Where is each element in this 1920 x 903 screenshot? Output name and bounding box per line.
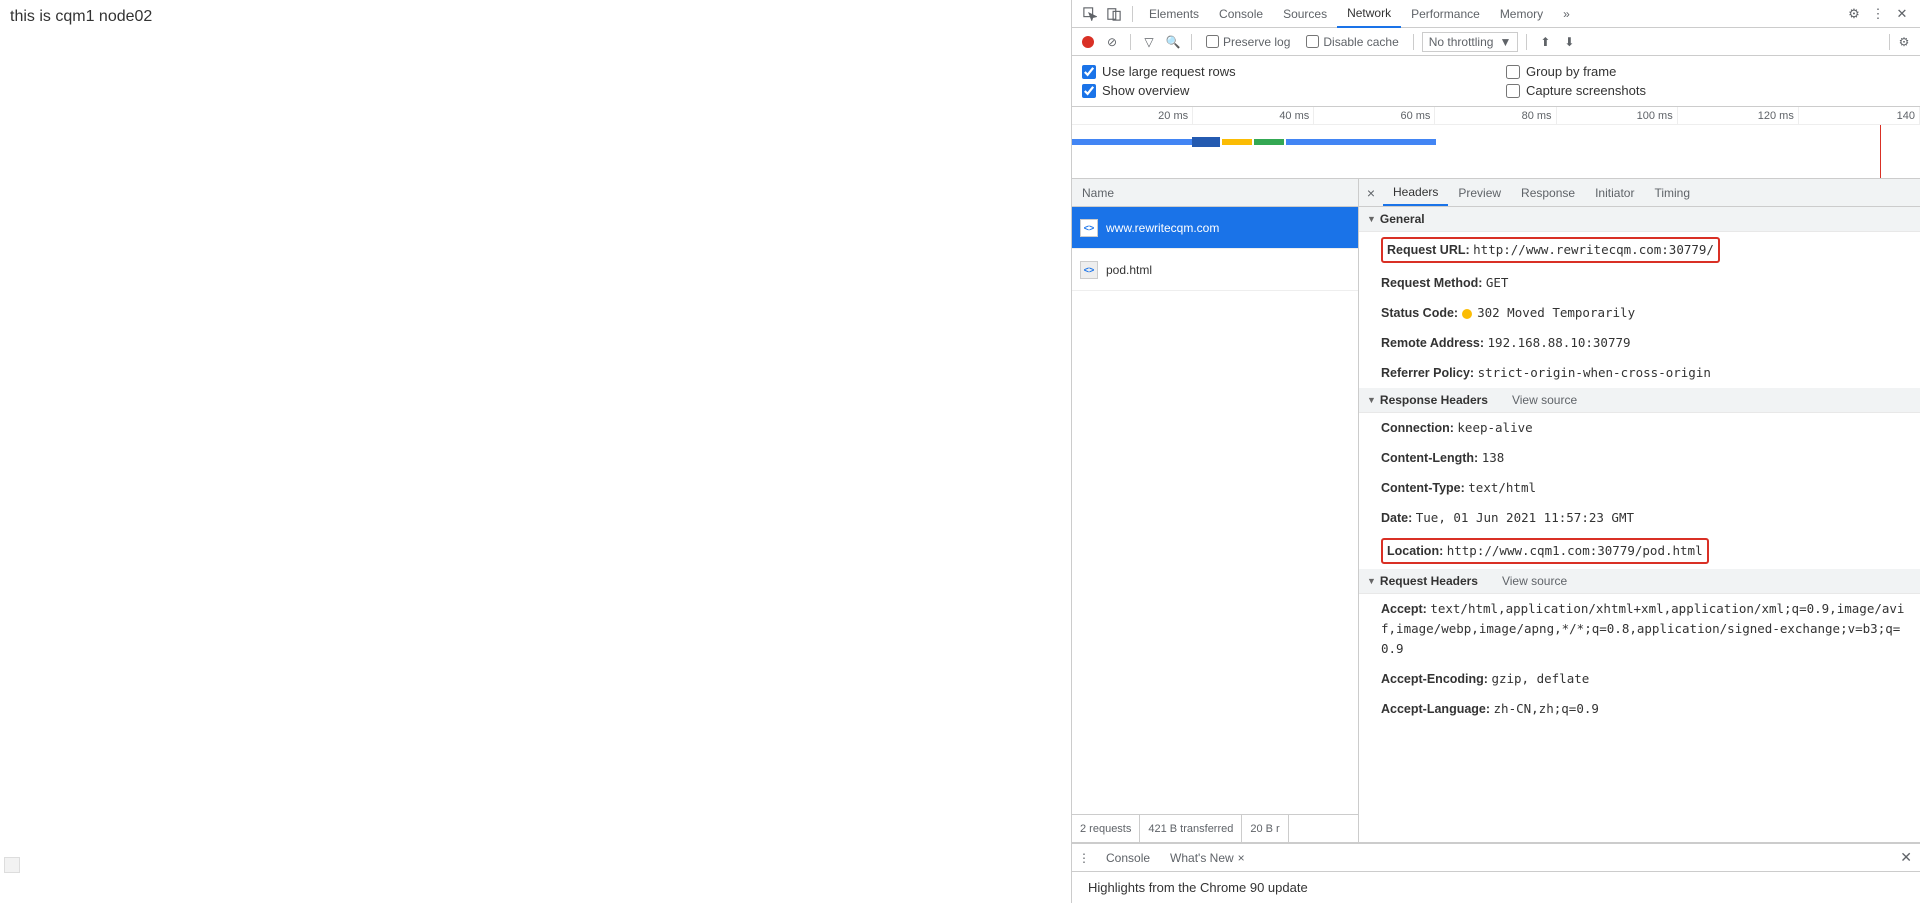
- drawer-tabs: ⋮ Console What's New× ✕: [1072, 844, 1920, 872]
- referrer-policy-row: Referrer Policy: strict-origin-when-cros…: [1359, 358, 1920, 388]
- show-overview-checkbox[interactable]: [1082, 84, 1096, 98]
- device-toggle-icon[interactable]: [1104, 4, 1124, 24]
- disable-cache-checkbox[interactable]: Disable cache: [1306, 35, 1398, 49]
- accept-language-row: Accept-Language: zh-CN,zh;q=0.9: [1359, 694, 1920, 724]
- network-controls: ⊘ ▽ 🔍 Preserve log Disable cache No thro…: [1072, 28, 1920, 56]
- request-list-footer: 2 requests 421 B transferred 20 B r: [1072, 814, 1358, 842]
- highlights-title: Highlights from the Chrome 90 update: [1088, 880, 1904, 895]
- chevron-down-icon: ▼: [1499, 35, 1511, 49]
- record-button[interactable]: [1082, 36, 1094, 48]
- page-text: this is cqm1 node02: [10, 8, 152, 25]
- remote-address-row: Remote Address: 192.168.88.10:30779: [1359, 328, 1920, 358]
- close-devtools-icon[interactable]: ✕: [1892, 4, 1912, 24]
- separator: [1132, 6, 1133, 22]
- location-row: Location: http://www.cqm1.com:30779/pod.…: [1359, 533, 1920, 569]
- tab-memory[interactable]: Memory: [1490, 1, 1553, 27]
- upload-icon[interactable]: ⬆: [1535, 32, 1555, 52]
- status-dot-icon: [1462, 309, 1472, 319]
- file-icon: <>: [1080, 219, 1098, 237]
- timeline-marker: [1880, 125, 1881, 178]
- content-type-row: Content-Type: text/html: [1359, 473, 1920, 503]
- response-headers-section-header[interactable]: ▼Response HeadersView source: [1359, 388, 1920, 413]
- general-section-header[interactable]: ▼General: [1359, 207, 1920, 232]
- drawer-body: Highlights from the Chrome 90 update: [1072, 872, 1920, 903]
- close-icon[interactable]: ×: [1238, 851, 1245, 865]
- request-row[interactable]: <> www.rewritecqm.com: [1072, 207, 1358, 249]
- kebab-menu-icon[interactable]: ⋮: [1868, 4, 1888, 24]
- download-icon[interactable]: ⬇: [1559, 32, 1579, 52]
- filter-icon[interactable]: ▽: [1139, 32, 1159, 52]
- accept-encoding-row: Accept-Encoding: gzip, deflate: [1359, 664, 1920, 694]
- content-length-row: Content-Length: 138: [1359, 443, 1920, 473]
- view-source-link[interactable]: View source: [1512, 393, 1577, 407]
- network-settings-icon[interactable]: ⚙: [1894, 32, 1914, 52]
- drawer: ⋮ Console What's New× ✕ Highlights from …: [1072, 843, 1920, 903]
- network-split: Name <> www.rewritecqm.com <> pod.html 2…: [1072, 179, 1920, 843]
- close-drawer-icon[interactable]: ✕: [1892, 849, 1920, 866]
- name-column-header[interactable]: Name: [1072, 179, 1358, 207]
- devtools-panel: Elements Console Sources Network Perform…: [1072, 0, 1920, 903]
- view-options: Use large request rows Show overview Gro…: [1072, 56, 1920, 107]
- view-source-link[interactable]: View source: [1502, 574, 1567, 588]
- tab-network[interactable]: Network: [1337, 0, 1401, 28]
- drawer-tab-console[interactable]: Console: [1096, 844, 1160, 871]
- triangle-down-icon: ▼: [1367, 214, 1376, 224]
- connection-row: Connection: keep-alive: [1359, 413, 1920, 443]
- clear-icon[interactable]: ⊘: [1102, 32, 1122, 52]
- tab-timing[interactable]: Timing: [1644, 179, 1700, 206]
- capture-screenshots-checkbox[interactable]: [1506, 84, 1520, 98]
- page-body: this is cqm1 node02: [0, 0, 1072, 903]
- tab-preview[interactable]: Preview: [1448, 179, 1511, 206]
- large-rows-checkbox[interactable]: [1082, 65, 1096, 79]
- devtools-toolbar: Elements Console Sources Network Perform…: [1072, 0, 1920, 28]
- request-row[interactable]: <> pod.html: [1072, 249, 1358, 291]
- tab-sources[interactable]: Sources: [1273, 1, 1337, 27]
- detail-body[interactable]: ▼General Request URL: http://www.rewrite…: [1359, 207, 1920, 842]
- drawer-tab-whats-new[interactable]: What's New×: [1160, 844, 1255, 871]
- request-name: www.rewritecqm.com: [1106, 221, 1219, 235]
- tab-performance[interactable]: Performance: [1401, 1, 1490, 27]
- request-name: pod.html: [1106, 263, 1152, 277]
- detail-tabs: × Headers Preview Response Initiator Tim…: [1359, 179, 1920, 207]
- request-url-row: Request URL: http://www.rewritecqm.com:3…: [1359, 232, 1920, 268]
- search-icon[interactable]: 🔍: [1163, 32, 1183, 52]
- tab-response[interactable]: Response: [1511, 179, 1585, 206]
- file-icon: <>: [1080, 261, 1098, 279]
- tab-console[interactable]: Console: [1209, 1, 1273, 27]
- settings-icon[interactable]: ⚙: [1844, 4, 1864, 24]
- inspect-icon[interactable]: [1080, 4, 1100, 24]
- request-headers-section-header[interactable]: ▼Request HeadersView source: [1359, 569, 1920, 594]
- triangle-down-icon: ▼: [1367, 576, 1376, 586]
- separator: [1526, 34, 1527, 50]
- triangle-down-icon: ▼: [1367, 395, 1376, 405]
- accept-row: Accept: text/html,application/xhtml+xml,…: [1359, 594, 1920, 664]
- request-detail: × Headers Preview Response Initiator Tim…: [1359, 179, 1920, 842]
- tab-headers[interactable]: Headers: [1383, 179, 1448, 206]
- request-method-row: Request Method: GET: [1359, 268, 1920, 298]
- close-detail-icon[interactable]: ×: [1359, 185, 1383, 201]
- tab-more[interactable]: »: [1553, 1, 1580, 27]
- date-row: Date: Tue, 01 Jun 2021 11:57:23 GMT: [1359, 503, 1920, 533]
- tab-initiator[interactable]: Initiator: [1585, 179, 1644, 206]
- status-code-row: Status Code: 302 Moved Temporarily: [1359, 298, 1920, 328]
- tab-elements[interactable]: Elements: [1139, 1, 1209, 27]
- preserve-log-checkbox[interactable]: Preserve log: [1206, 35, 1290, 49]
- request-list: Name <> www.rewritecqm.com <> pod.html 2…: [1072, 179, 1359, 842]
- separator: [1413, 34, 1414, 50]
- separator: [1889, 34, 1890, 50]
- kebab-menu-icon[interactable]: ⋮: [1072, 851, 1096, 865]
- separator: [1130, 34, 1131, 50]
- group-by-frame-checkbox[interactable]: [1506, 65, 1520, 79]
- main-tabs: Elements Console Sources Network Perform…: [1139, 0, 1580, 28]
- separator: [1191, 34, 1192, 50]
- timeline-overview[interactable]: 20 ms 40 ms 60 ms 80 ms 100 ms 120 ms 14…: [1072, 107, 1920, 179]
- throttling-select[interactable]: No throttling▼: [1422, 32, 1519, 52]
